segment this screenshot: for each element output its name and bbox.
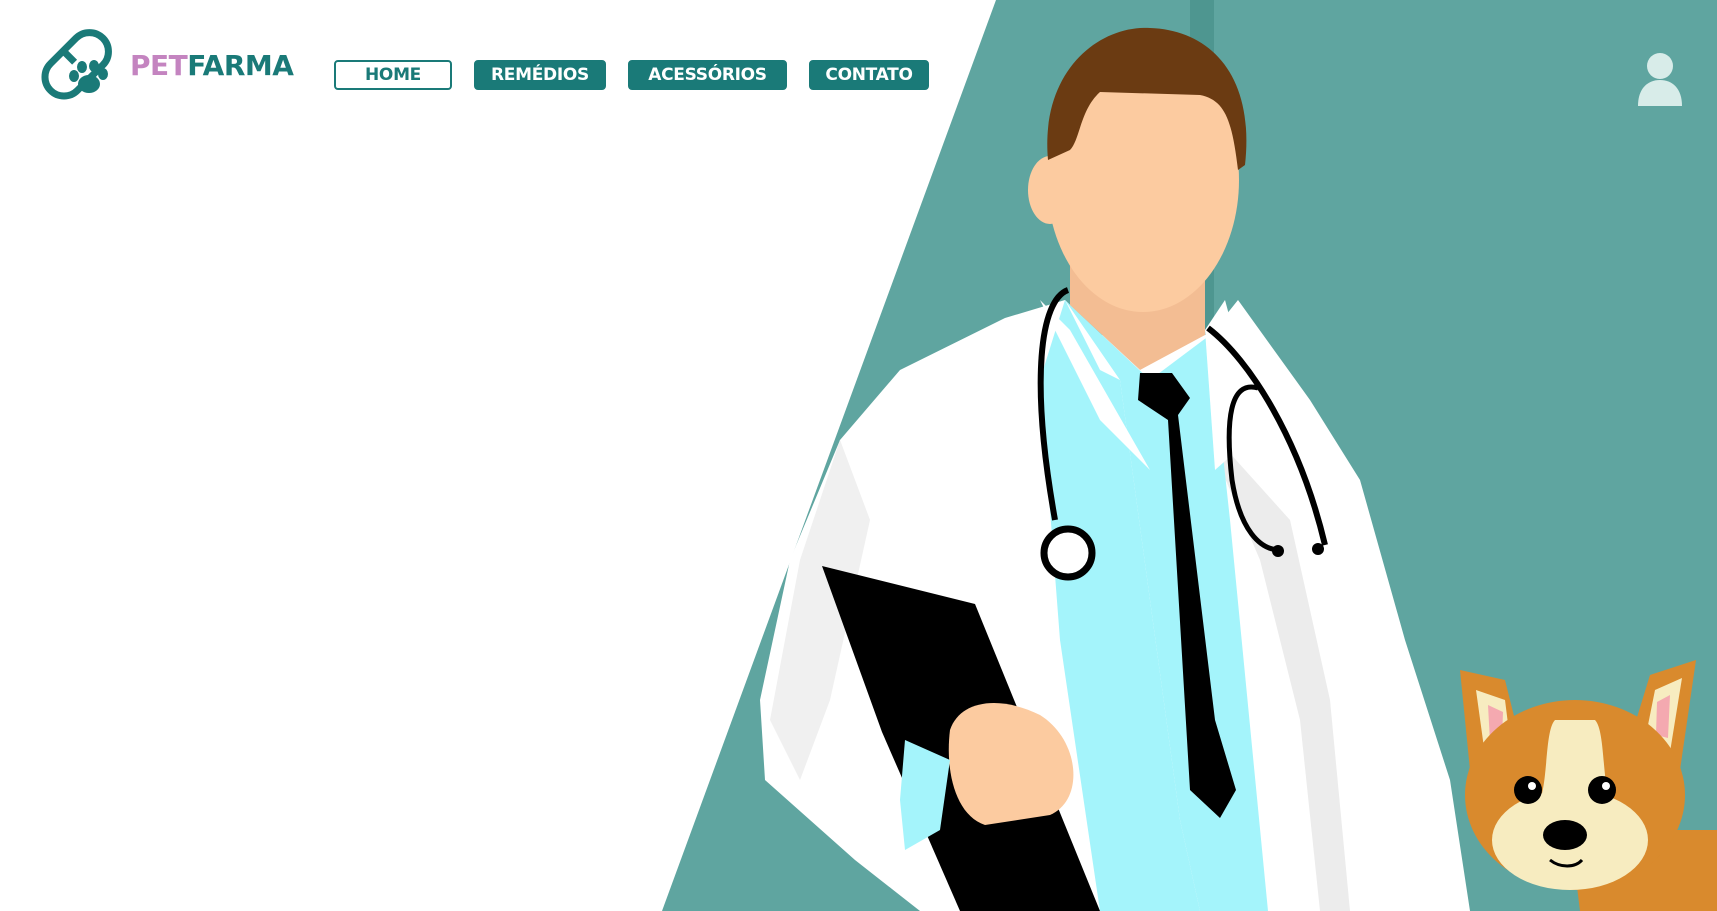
nav-home-button[interactable]: HOME: [334, 60, 452, 90]
brand-name: PETFARMA: [130, 48, 294, 82]
brand-name-farma: FARMA: [187, 48, 294, 82]
pill-paw-logo-icon: [41, 29, 112, 100]
logo-link[interactable]: PETFARMA: [34, 24, 294, 106]
nav-remedios-button[interactable]: REMÉDIOS: [474, 60, 606, 90]
user-icon[interactable]: [1636, 52, 1684, 106]
brand-name-pet: PET: [130, 48, 188, 82]
site-header: PETFARMA HOME REMÉDIOS ACESSÓRIOS CONTAT…: [0, 0, 1717, 130]
hero-illustration: [662, 0, 1717, 911]
nav-contato-button[interactable]: CONTATO: [809, 60, 929, 90]
nav-acessorios-button[interactable]: ACESSÓRIOS: [628, 60, 787, 90]
main-nav: HOME REMÉDIOS ACESSÓRIOS CONTATO: [334, 60, 929, 90]
